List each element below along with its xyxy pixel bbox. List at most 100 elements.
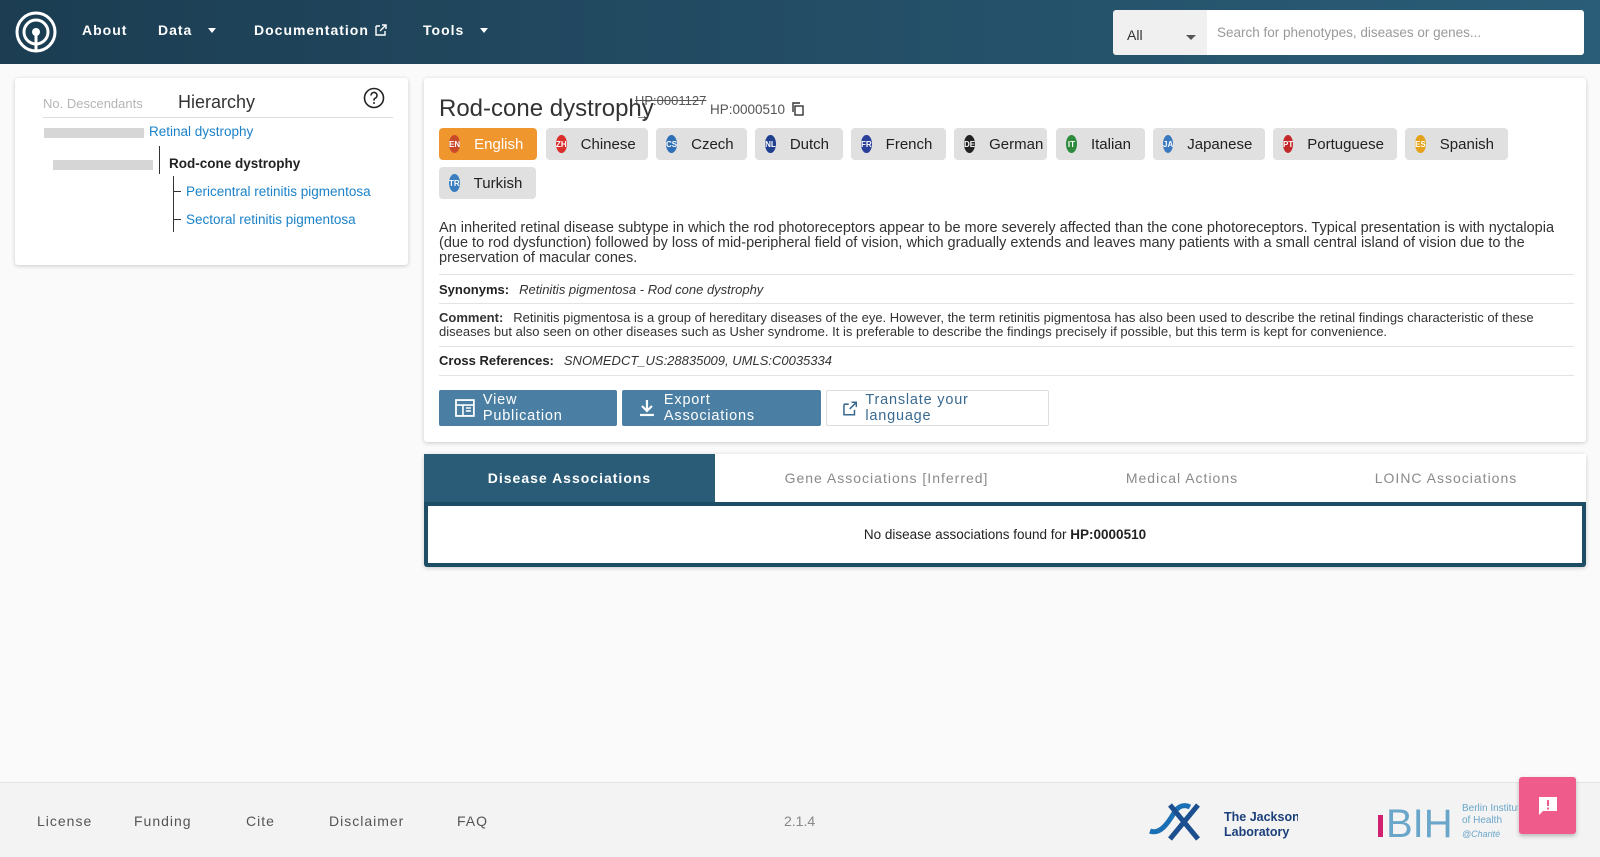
synonyms-row: Synonyms: Retinitis pigmentosa - Rod cone… xyxy=(439,282,763,297)
comment-label: Comment: xyxy=(439,310,504,325)
language-chip-italian[interactable]: IT Italian xyxy=(1056,128,1145,160)
term-card: Rod-cone dystrophy HP:0001127 → HP:00005… xyxy=(424,78,1586,442)
divider xyxy=(439,375,1574,376)
jax-line1: The Jackson xyxy=(1224,810,1298,824)
nav-tools-dropdown[interactable]: Tools xyxy=(423,22,489,38)
flag-icon: PT xyxy=(1283,135,1294,153)
hierarchy-card: No. Descendants Hierarchy Retinal dystro… xyxy=(15,78,408,265)
jackson-laboratory-logo[interactable]: The Jackson Laboratory xyxy=(1148,801,1298,843)
language-chip-label: Japanese xyxy=(1187,135,1253,153)
help-icon[interactable] xyxy=(363,87,385,109)
footer-license-link[interactable]: License xyxy=(37,813,92,829)
associations-tabs: Disease Associations Gene Associations [… xyxy=(424,454,1586,502)
search-scope-value: All xyxy=(1127,27,1143,43)
footer-faq-link[interactable]: FAQ xyxy=(457,813,488,829)
search-input[interactable] xyxy=(1207,10,1584,55)
jax-line2: Laboratory xyxy=(1224,825,1289,839)
synonyms-value: Retinitis pigmentosa - Rod cone dystroph… xyxy=(519,282,764,297)
hierarchy-current-term: Rod-cone dystrophy xyxy=(169,156,301,171)
language-chip-french[interactable]: FR French xyxy=(851,128,946,160)
flag-icon: CS xyxy=(666,135,678,153)
hierarchy-child-link[interactable]: Sectoral retinitis pigmentosa xyxy=(186,212,356,227)
xref-value: SNOMEDCT_US:28835009, UMLS:C0035334 xyxy=(563,353,832,368)
hierarchy-header: No. Descendants Hierarchy xyxy=(43,87,393,118)
language-chip-label: Italian xyxy=(1090,135,1131,153)
flag-icon: NL xyxy=(765,135,776,153)
view-publication-button[interactable]: View Publication xyxy=(439,390,617,426)
flag-icon: EN xyxy=(449,135,461,153)
tab-gene-associations[interactable]: Gene Associations [Inferred] xyxy=(715,454,1058,502)
search-scope-select[interactable]: All xyxy=(1113,10,1208,55)
copy-icon[interactable] xyxy=(791,102,805,116)
replaced-by-arrow: → xyxy=(635,107,649,123)
language-chip-japanese[interactable]: JA Japanese xyxy=(1153,128,1265,160)
feedback-button[interactable] xyxy=(1519,777,1576,834)
tree-line xyxy=(159,146,160,174)
nav-documentation[interactable]: Documentation xyxy=(254,22,387,38)
view-publication-label: View Publication xyxy=(482,392,563,424)
language-chip-german[interactable]: DE German xyxy=(954,128,1047,160)
empty-message-id: HP:0000510 xyxy=(1070,527,1147,542)
language-chip-label: English xyxy=(474,135,524,153)
footer-cite-link[interactable]: Cite xyxy=(246,813,275,829)
footer: License Funding Cite Disclaimer FAQ 2.1.… xyxy=(0,782,1600,857)
nav-about[interactable]: About xyxy=(82,22,127,38)
term-id: HP:0000510 xyxy=(710,102,786,117)
footer-funding-link[interactable]: Funding xyxy=(134,813,192,829)
comment-value: Retinitis pigmentosa is a group of hered… xyxy=(439,310,1534,339)
flag-icon: TR xyxy=(449,174,460,192)
hierarchy-parent-link[interactable]: Retinal dystrophy xyxy=(149,124,253,139)
descendants-bar xyxy=(53,160,153,170)
language-chip-spanish[interactable]: ES Spanish xyxy=(1405,128,1508,160)
language-chip-czech[interactable]: CS Czech xyxy=(656,128,747,160)
cross-references-row: Cross References: SNOMEDCT_US:28835009, U… xyxy=(439,353,832,368)
language-chip-label: Spanish xyxy=(1439,135,1494,153)
export-associations-label: Export Associations xyxy=(663,392,755,424)
tab-loinc-associations[interactable]: LOINC Associations xyxy=(1306,454,1586,502)
caret-down-icon xyxy=(480,27,489,33)
tree-line xyxy=(173,219,181,220)
nav-data-dropdown[interactable]: Data xyxy=(158,22,217,38)
footer-disclaimer-link[interactable]: Disclaimer xyxy=(329,813,404,829)
translate-button[interactable]: Translate your language xyxy=(826,390,1049,426)
nav-about-label: About xyxy=(82,22,128,38)
hpo-logo-icon[interactable] xyxy=(14,10,58,54)
nav-tools-label: Tools xyxy=(423,22,465,38)
language-chip-label: Portuguese xyxy=(1307,135,1384,153)
language-chip-english[interactable]: EN English xyxy=(439,128,537,160)
external-link-icon xyxy=(843,401,858,415)
descendants-toggle[interactable]: No. Descendants xyxy=(43,96,143,111)
feedback-icon xyxy=(1538,796,1557,815)
language-chip-dutch[interactable]: NL Dutch xyxy=(755,128,843,160)
synonyms-label: Synonyms: xyxy=(439,282,510,297)
language-chip-label: German xyxy=(989,135,1044,153)
publication-icon xyxy=(455,399,475,417)
divider xyxy=(439,303,1574,304)
hierarchy-title: Hierarchy xyxy=(178,92,256,112)
bih-line1: Berlin Institute xyxy=(1462,803,1518,814)
empty-message: No disease associations found for xyxy=(863,527,1067,542)
bih-line2: of Health xyxy=(1462,815,1502,826)
caret-down-icon xyxy=(208,27,217,33)
export-associations-button[interactable]: Export Associations xyxy=(622,390,821,426)
language-chip-portuguese[interactable]: PT Portuguese xyxy=(1273,128,1397,160)
hierarchy-child-link[interactable]: Pericentral retinitis pigmentosa xyxy=(186,184,371,199)
flag-icon: FR xyxy=(861,135,872,153)
language-chip-label: Czech xyxy=(691,135,734,153)
xref-label: Cross References: xyxy=(439,353,554,368)
nav-documentation-label: Documentation xyxy=(254,22,369,38)
download-icon xyxy=(639,400,654,417)
language-chip-label: Turkish xyxy=(473,174,523,192)
divider xyxy=(439,274,1574,275)
language-chip-turkish[interactable]: TR Turkish xyxy=(439,167,536,199)
tab-disease-associations[interactable]: Disease Associations xyxy=(424,454,715,502)
bih-logo[interactable]: BIH Berlin Institute of Health @Charité xyxy=(1378,797,1518,847)
language-chip-chinese[interactable]: ZH Chinese xyxy=(546,128,648,160)
language-chip-label: French xyxy=(885,135,933,153)
language-chip-label: Chinese xyxy=(580,135,636,153)
caret-down-icon xyxy=(1186,35,1196,40)
tab-medical-actions[interactable]: Medical Actions xyxy=(1058,454,1306,502)
flag-icon: ZH xyxy=(556,135,567,153)
flag-icon: JA xyxy=(1163,135,1174,153)
language-chip-label: Dutch xyxy=(789,135,829,153)
